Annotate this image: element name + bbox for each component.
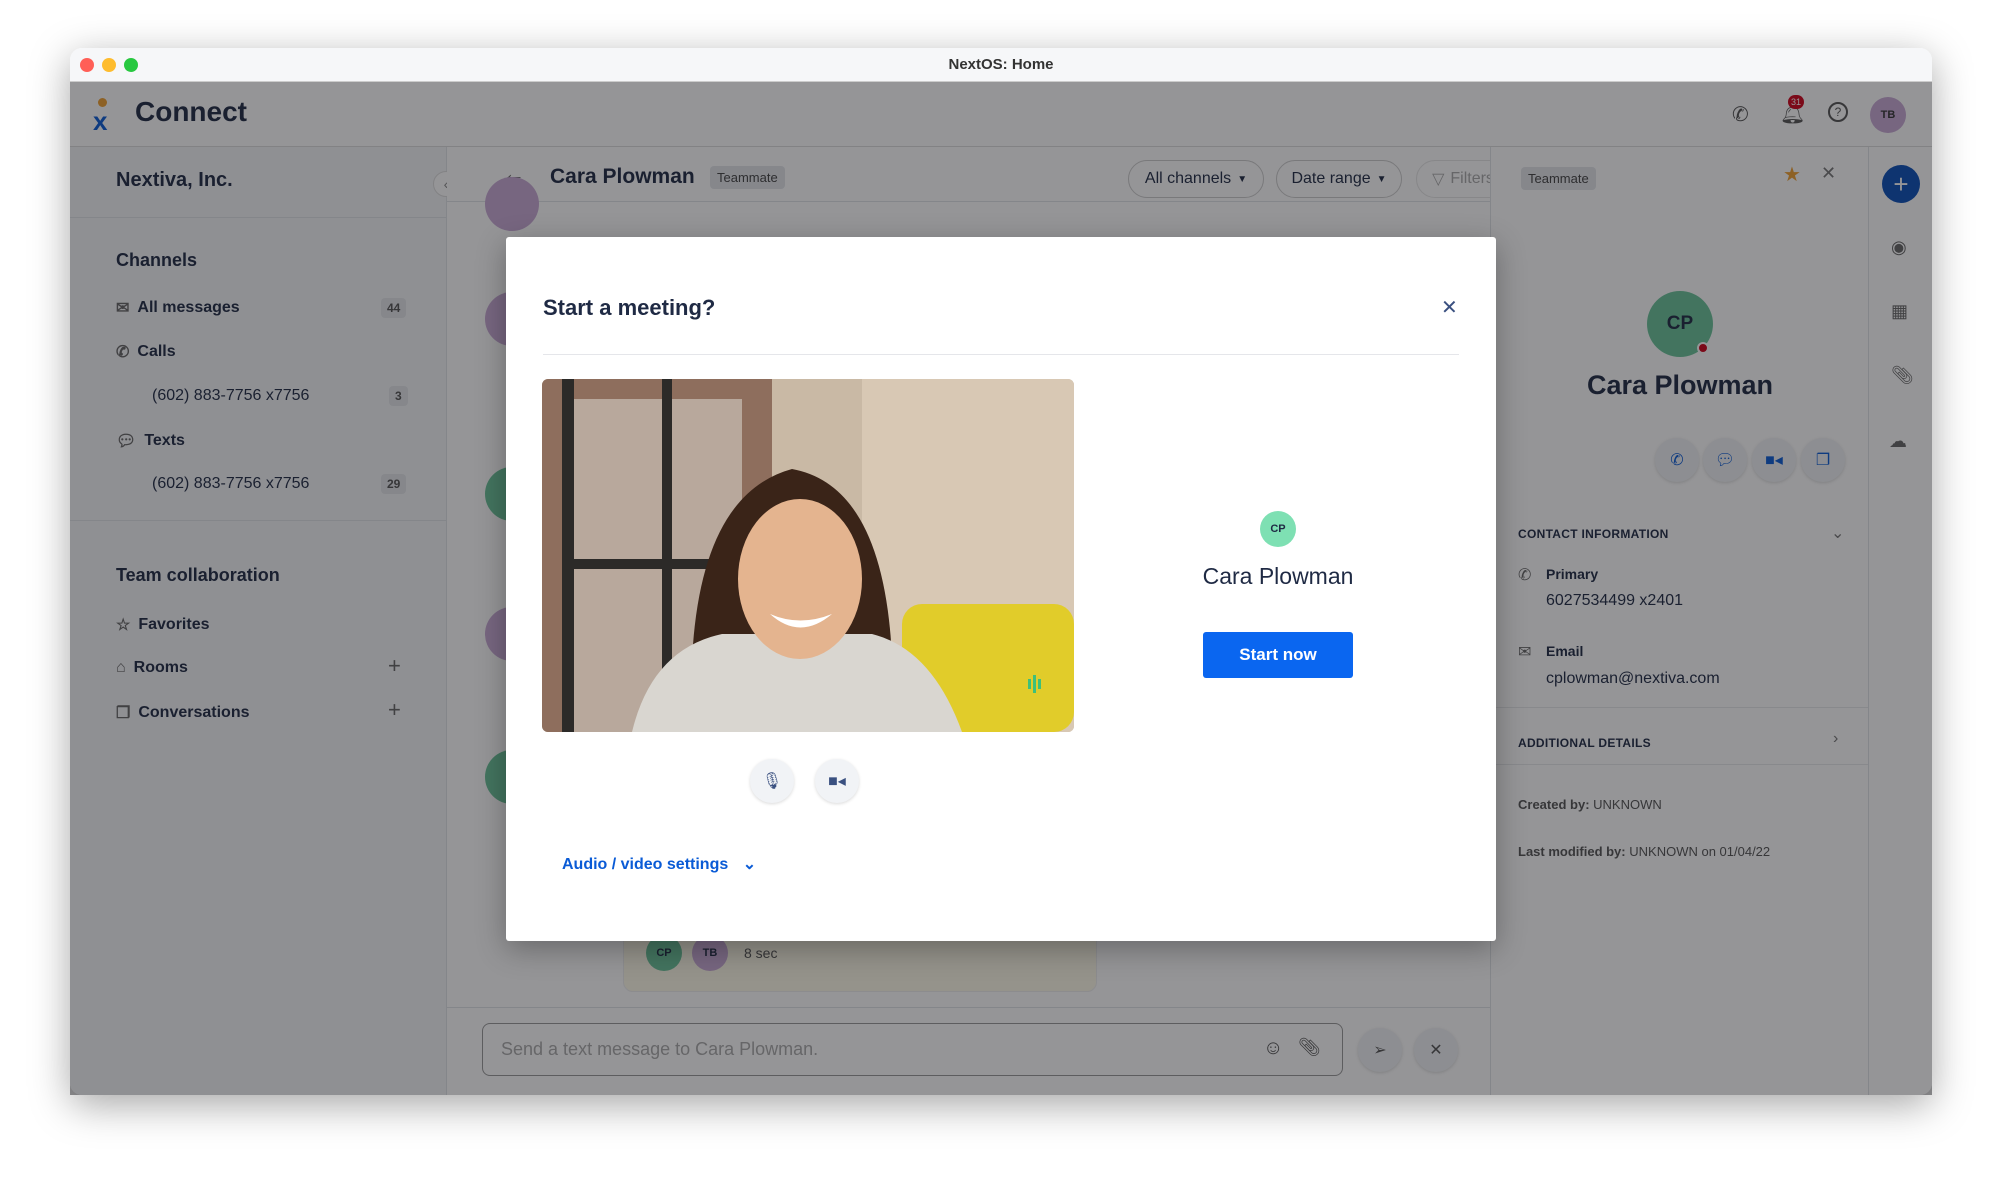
- start-now-button[interactable]: Start now: [1203, 632, 1353, 678]
- window-title: NextOS: Home: [948, 56, 1054, 73]
- camera-preview: [542, 379, 1074, 732]
- title-bar: NextOS: Home: [70, 48, 1932, 82]
- participant-name: Cara Plowman: [1202, 563, 1354, 589]
- close-dialog-button[interactable]: ✕: [1441, 295, 1458, 320]
- participant-avatar: CP: [1260, 511, 1296, 547]
- camera-toggle[interactable]: ■◂: [815, 759, 859, 803]
- dialog-title: Start a meeting?: [543, 295, 716, 320]
- microphone-toggle[interactable]: 🎙︎: [750, 759, 794, 803]
- camera-preview-image: [542, 379, 1074, 732]
- chevron-down-icon: ⌄: [742, 856, 757, 873]
- start-meeting-dialog: Start a meeting? ✕ 🎙︎ ■◂ Audio / video s…: [506, 237, 1496, 941]
- microphone-icon: 🎙︎: [761, 773, 783, 790]
- audio-video-settings-toggle[interactable]: Audio / video settings ⌄: [562, 854, 756, 874]
- video-camera-icon: ■◂: [828, 773, 846, 790]
